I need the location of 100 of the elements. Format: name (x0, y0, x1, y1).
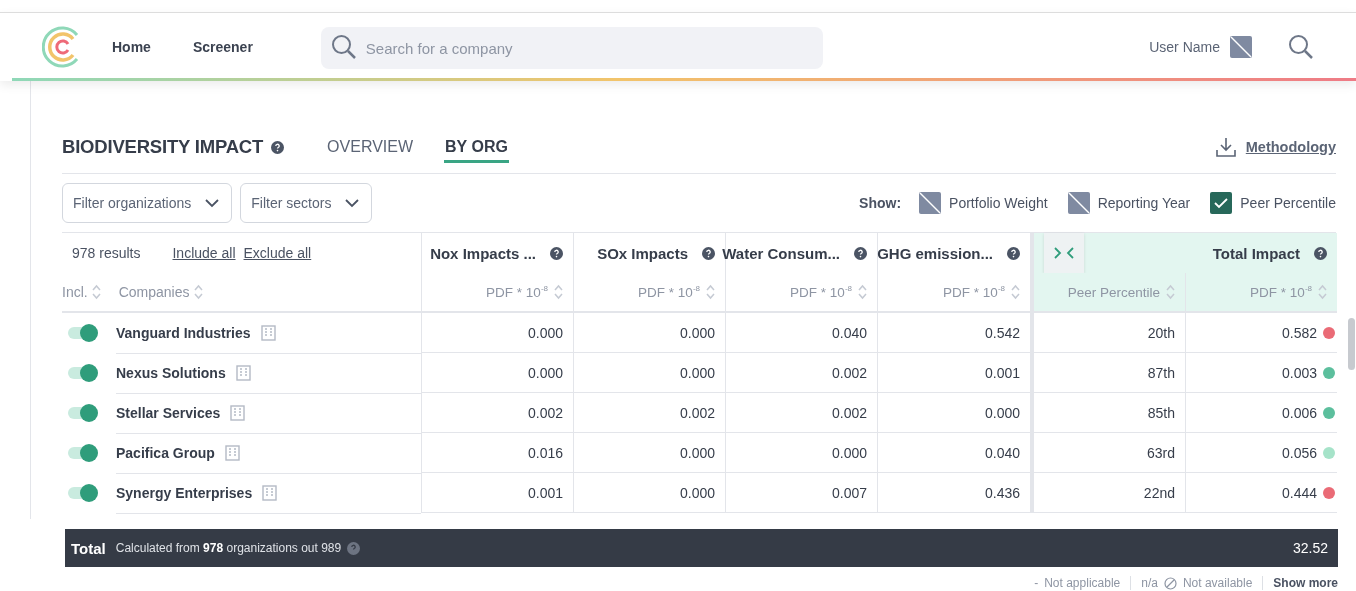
table-cell: 63rd (1146, 444, 1175, 461)
column-header: Water Consum... (722, 244, 840, 262)
table-cell: 0.002 (831, 364, 867, 381)
sort-icon[interactable] (858, 284, 867, 300)
unit-label: PDF * 10$^{-8}$ (638, 284, 700, 300)
filter-dropdown[interactable]: Filter sectors (240, 183, 373, 223)
column-header: GHG emission... (877, 244, 993, 262)
not-available-icon (1163, 576, 1177, 590)
scrollbar[interactable] (1348, 318, 1355, 370)
table-cell: 0.582 (1281, 324, 1317, 341)
table-cell: 0.444 (1281, 484, 1317, 501)
column-header: Incl. (62, 284, 88, 300)
tab[interactable]: BY ORG (444, 131, 509, 163)
search-icon[interactable] (1288, 34, 1314, 60)
company-name[interactable]: Stellar Services (116, 404, 221, 421)
company-name[interactable]: Nexus Solutions (116, 364, 226, 381)
search-field[interactable]: Search for a company (320, 27, 823, 69)
building-icon (230, 404, 246, 421)
collapse-icon (1053, 246, 1075, 260)
table-cell: 0.000 (527, 324, 563, 341)
table-cell: 0.000 (984, 404, 1020, 421)
table-cell: 0.000 (831, 444, 867, 461)
nav-link[interactable]: Screener (192, 39, 253, 55)
section-title: BIODIVERSITY IMPACT (62, 136, 264, 158)
chevron-down-icon (205, 198, 220, 208)
include-all-link[interactable]: Include all (172, 245, 236, 261)
nav-link[interactable]: Home (112, 39, 151, 55)
sort-icon[interactable] (91, 284, 101, 300)
sort-icon[interactable] (554, 284, 563, 300)
table-cell: 0.040 (984, 444, 1020, 461)
checkbox[interactable] (919, 192, 942, 214)
help-icon (854, 246, 867, 260)
table-cell: 0.003 (1281, 364, 1317, 381)
sort-icon[interactable] (193, 284, 203, 300)
table-cell: 0.056 (1281, 444, 1317, 461)
sort-icon[interactable] (1011, 284, 1020, 300)
option-label[interactable]: Reporting Year (1097, 195, 1191, 211)
download-icon (1215, 137, 1236, 157)
table-cell: 0.016 (527, 444, 563, 461)
table-cell: 0.040 (831, 324, 867, 341)
option-label[interactable]: Portfolio Weight (949, 195, 1048, 211)
column-header: SOx Impacts (597, 244, 688, 262)
total-label: Total (71, 539, 106, 557)
show-label: Show: (859, 195, 902, 211)
methodology-link[interactable]: Methodology (1245, 139, 1336, 155)
chevron-down-icon (345, 198, 360, 208)
table-cell: 0.002 (831, 404, 867, 421)
checked-checkbox[interactable] (1210, 192, 1233, 214)
table-cell: 0.436 (984, 484, 1020, 501)
results-count: 978 results (72, 245, 141, 261)
table-cell: 0.000 (527, 364, 563, 381)
help-icon (702, 246, 715, 260)
toggle-switch[interactable] (68, 404, 98, 422)
user-name[interactable]: User Name (1149, 39, 1220, 55)
collapse-button[interactable] (1044, 233, 1084, 273)
table-cell: 0.007 (831, 484, 867, 501)
unit-label: PDF * 10$^{-8}$ (943, 284, 1005, 300)
table-cell: 0.006 (1281, 404, 1317, 421)
table-cell: 20th (1147, 324, 1175, 341)
company-name[interactable]: Synergy Enterprises (116, 484, 253, 501)
avatar-icon (1230, 36, 1252, 58)
legend-symbol: - (1034, 576, 1039, 590)
table-cell: 85th (1147, 404, 1175, 421)
table-cell: 87th (1147, 364, 1175, 381)
unit-label: PDF * 10$^{-8}$ (790, 284, 852, 300)
company-name[interactable]: Pacifica Group (116, 444, 215, 461)
checkbox[interactable] (1067, 192, 1090, 214)
exclude-all-link[interactable]: Exclude all (243, 245, 312, 261)
filter-dropdown[interactable]: Filter organizations (62, 183, 233, 223)
unit-label: PDF * 10$^{-8}$ (486, 284, 548, 300)
legend-label: Not applicable (1044, 576, 1121, 590)
total-value: 32.52 (1292, 540, 1328, 556)
legend-label: Not available (1182, 576, 1253, 590)
toggle-switch[interactable] (68, 364, 98, 382)
table-cell: 0.001 (984, 364, 1020, 381)
table-cell: 0.000 (679, 364, 715, 381)
table-cell: 0.000 (679, 324, 715, 341)
toggle-switch[interactable] (68, 484, 98, 502)
toggle-switch[interactable] (68, 324, 98, 342)
column-header: Peer Percentile (1067, 284, 1160, 300)
toggle-switch[interactable] (68, 444, 98, 462)
table-cell: 0.542 (984, 324, 1020, 341)
company-name[interactable]: Vanguard Industries (116, 324, 251, 341)
total-note: Calculated from 978 organizations out 989 (115, 541, 342, 555)
table-cell: 0.001 (527, 484, 563, 501)
option-label[interactable]: Peer Percentile (1240, 195, 1336, 211)
column-header: Total Impact (1212, 244, 1300, 262)
column-header: Companies (118, 284, 190, 300)
table-cell: 0.002 (679, 404, 715, 421)
tab[interactable]: OVERVIEW (326, 131, 415, 163)
show-more-link[interactable]: Show more (1263, 576, 1338, 590)
legend-symbol: n/a (1141, 576, 1158, 590)
help-icon (271, 140, 285, 154)
sort-icon[interactable] (706, 284, 715, 300)
table-cell: 0.000 (679, 484, 715, 501)
table-cell: 0.002 (527, 404, 563, 421)
building-icon (262, 484, 278, 501)
column-header: Nox Impacts ... (430, 244, 536, 262)
help-icon (1007, 246, 1020, 260)
table-cell: 22nd (1143, 484, 1175, 501)
